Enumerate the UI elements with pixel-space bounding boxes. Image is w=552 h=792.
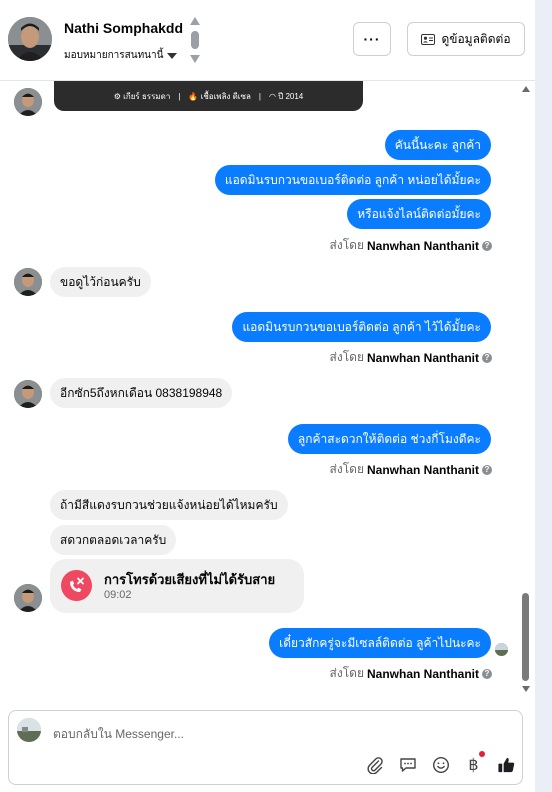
emoji-icon[interactable] (431, 755, 450, 774)
composer-toolbar: ฿ (365, 751, 516, 774)
missed-call-message[interactable]: การโทรด้วยเสียงที่ไม่ได้รับสาย 09:02 (50, 559, 304, 613)
conversation-navigator[interactable] (188, 17, 202, 63)
vehicle-card[interactable]: ⚙ เกียร์ ธรรมดา | 🔥 เชื้อเพลิง ดีเซล | ◠… (54, 81, 363, 111)
help-icon[interactable]: ? (482, 240, 492, 251)
assign-label: มอบหมายการสนทนานี้ (64, 50, 164, 61)
sent-by-agent: Nanwhan Nanthanit (366, 462, 479, 477)
attachment-icon[interactable] (365, 755, 384, 774)
assign-conversation-dropdown[interactable]: มอบหมายการสนทนานี้ (64, 48, 178, 63)
sent-by-prefix: ส่งโดย (329, 666, 364, 680)
sent-by-prefix: ส่งโดย (329, 238, 364, 252)
more-options-button[interactable]: ··· (353, 22, 391, 56)
missed-call-icon (61, 570, 92, 601)
contact-mini-avatar (14, 584, 42, 612)
message-outgoing[interactable]: ลูกค้าสะดวกให้ติดต่อ ช่วงกี่โมงดีคะ (287, 424, 491, 454)
message-incoming[interactable]: ขอดูไว้ก่อนครับ (50, 267, 151, 297)
card-separator: | (258, 91, 261, 101)
window-edge (535, 0, 552, 792)
caret-down-icon (167, 52, 178, 59)
sent-by-agent: Nanwhan Nanthanit (366, 350, 479, 365)
more-icon: ··· (363, 31, 381, 47)
contact-mini-avatar (14, 380, 42, 408)
contact-info-label: ดูข้อมูลติดต่อ (441, 31, 511, 46)
card-separator: | (178, 91, 181, 101)
scroll-down-icon[interactable] (522, 686, 530, 692)
notification-dot (479, 751, 485, 757)
sent-by-agent: Nanwhan Nanthanit (366, 238, 479, 253)
message-outgoing[interactable]: เดี๋ยวสักครู่จะมีเซลล์ติดต่อ ลูค้าไปนะคะ (269, 628, 491, 658)
help-icon[interactable]: ? (482, 668, 492, 679)
contact-card-icon (421, 33, 436, 45)
sent-by-prefix: ส่งโดย (329, 462, 364, 476)
conversation-header: Nathi Somphakdd มอบหมายการสนทนานี้ ··· ด… (0, 0, 535, 81)
sent-by-agent: Nanwhan Nanthanit (366, 666, 479, 681)
arrow-down-icon[interactable] (190, 55, 200, 63)
contact-info-button[interactable]: ดูข้อมูลติดต่อ (407, 22, 525, 56)
sent-by-label: ส่งโดย Nanwhan Nanthanit ? (330, 236, 492, 255)
message-thread[interactable]: ⚙ เกียร์ ธรรมดา | 🔥 เชื้อเพลิง ดีเซล | ◠… (0, 81, 535, 698)
navigator-handle (191, 31, 199, 49)
saved-reply-icon[interactable] (398, 755, 417, 774)
sent-by-label: ส่งโดย Nanwhan Nanthanit ? (330, 460, 492, 479)
contact-mini-avatar (14, 268, 42, 296)
message-incoming[interactable]: อีกซัก5ถึงหกเดือน 0838198948 (50, 378, 233, 408)
message-outgoing[interactable]: หรือแจ้งไลน์ติดต่อมั้ยคะ (347, 199, 491, 229)
contact-mini-avatar (14, 88, 42, 116)
sent-by-label: ส่งโดย Nanwhan Nanthanit ? (330, 348, 492, 367)
like-icon[interactable] (497, 755, 516, 774)
scroll-up-icon[interactable] (522, 86, 530, 92)
arrow-up-icon[interactable] (190, 17, 200, 25)
help-icon[interactable]: ? (482, 352, 492, 363)
scrollbar-thumb[interactable] (522, 593, 529, 681)
contact-name[interactable]: Nathi Somphakdd (64, 20, 183, 36)
card-spec: ◠ ปี 2014 (268, 91, 304, 101)
sent-by-prefix: ส่งโดย (329, 350, 364, 364)
payment-icon[interactable]: ฿ (464, 751, 485, 774)
page-avatar (17, 718, 41, 742)
card-spec: ⚙ เกียร์ ธรรมดา (113, 91, 171, 101)
sent-by-label: ส่งโดย Nanwhan Nanthanit ? (330, 664, 492, 683)
message-outgoing[interactable]: คันนี้นะคะ ลูกค้า (384, 130, 491, 160)
message-outgoing[interactable]: แอดมินรบกวนขอเบอร์ติดต่อ ลูกค้า ไว้ได้มั… (232, 312, 491, 342)
seen-indicator-avatar (495, 643, 508, 656)
message-incoming[interactable]: ถ้ามีสีแดงรบกวนช่วยแจ้งหน่อยได้ไหมครับ (50, 490, 288, 520)
message-incoming[interactable]: สดวกตลอดเวลาครับ (50, 525, 177, 555)
message-outgoing[interactable]: แอดมินรบกวนขอเบอร์ติดต่อ ลูกค้า หน่อยได้… (214, 165, 491, 195)
help-icon[interactable]: ? (482, 464, 492, 475)
reply-composer[interactable]: ตอบกลับใน Messenger... ฿ (8, 710, 523, 785)
contact-avatar[interactable] (8, 17, 52, 61)
reply-input[interactable]: ตอบกลับใน Messenger... (53, 725, 184, 744)
call-time: 09:02 (104, 589, 132, 601)
baht-symbol: ฿ (468, 756, 479, 774)
scrollbar[interactable] (519, 82, 533, 696)
card-spec: 🔥 เชื้อเพลิง ดีเซล (188, 91, 251, 101)
call-title: การโทรด้วยเสียงที่ไม่ได้รับสาย (104, 572, 276, 587)
